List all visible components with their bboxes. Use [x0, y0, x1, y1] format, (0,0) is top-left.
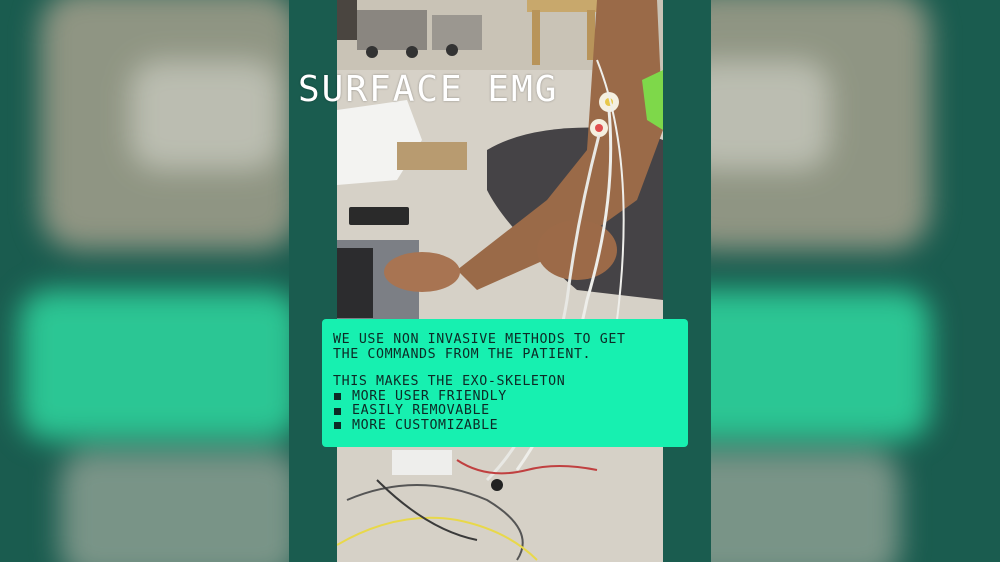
info-card: WE USE NON INVASIVE METHODS TO GET THE C… [322, 319, 688, 447]
benefit-label: MORE CUSTOMIZABLE [352, 417, 499, 433]
blurred-background-left [0, 0, 290, 562]
square-bullet-icon [334, 422, 341, 430]
benefit-item: MORE USER FRIENDLY [333, 388, 678, 405]
blurred-background-right [710, 0, 1000, 562]
slide-title: SURFACE EMG [298, 69, 559, 110]
intro-line-2: THE COMMANDS FROM THE PATIENT. [333, 346, 592, 362]
makes-line: THIS MAKES THE EXO-SKELETON [333, 374, 566, 389]
square-bullet-icon [334, 393, 341, 401]
benefit-label: EASILY REMOVABLE [352, 403, 490, 418]
benefit-label: MORE USER FRIENDLY [352, 388, 507, 404]
benefit-item: EASILY REMOVABLE [333, 403, 678, 419]
benefit-item: MORE CUSTOMIZABLE [333, 417, 678, 434]
square-bullet-icon [334, 407, 341, 415]
intro-line-1: WE USE NON INVASIVE METHODS TO GET [333, 332, 626, 347]
